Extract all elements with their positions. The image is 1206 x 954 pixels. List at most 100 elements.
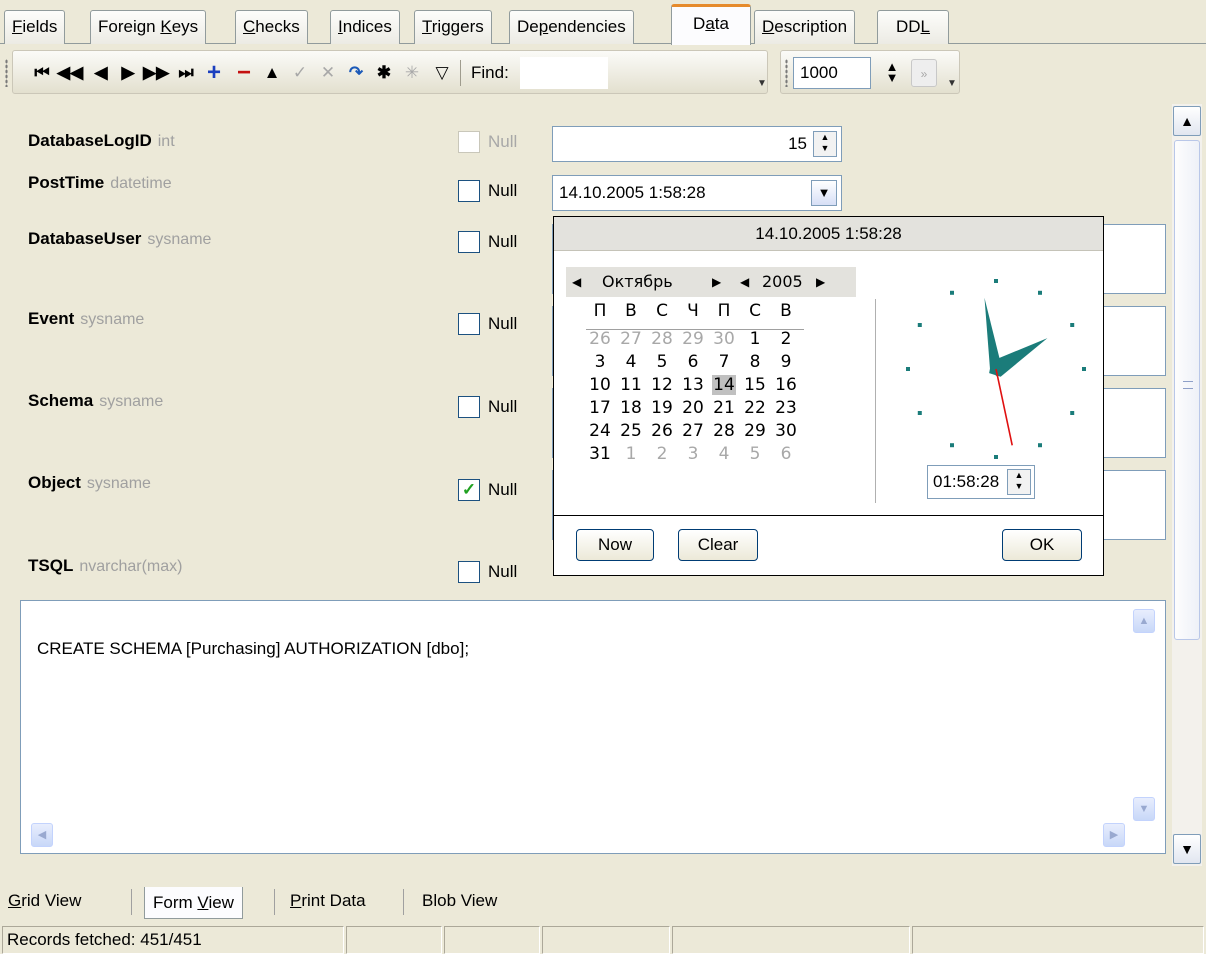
last-record-icon[interactable]: ⏭	[173, 59, 199, 87]
calendar-day[interactable]: 23	[774, 398, 798, 418]
databaselogid-field[interactable]: 15 ▲ ▼	[552, 126, 842, 162]
tab-ddl[interactable]: DDL	[877, 10, 949, 44]
null-checkbox[interactable]	[458, 396, 480, 418]
calendar-day[interactable]: 3	[681, 444, 705, 464]
memo-scroll-right-icon[interactable]: ▶	[1103, 823, 1125, 847]
clear-asterisk-icon[interactable]: ✳	[399, 59, 425, 87]
prev-month-icon[interactable]: ◀	[572, 267, 581, 297]
calendar-day[interactable]: 29	[743, 421, 767, 441]
calendar-day[interactable]: 7	[712, 352, 736, 372]
find-input[interactable]	[520, 57, 608, 89]
asterisk-icon[interactable]: ✱	[371, 59, 397, 87]
calendar-day[interactable]: 22	[743, 398, 767, 418]
toolbar-grip[interactable]	[5, 59, 8, 87]
next-page-icon[interactable]: ▶▶	[143, 59, 169, 87]
tab-description[interactable]: Description	[754, 10, 856, 44]
toolbar-options-chevron-icon[interactable]: ▼	[757, 78, 767, 89]
insert-record-icon[interactable]: +	[201, 59, 227, 87]
calendar-day[interactable]: 18	[619, 398, 643, 418]
toolbar-grip[interactable]	[785, 59, 788, 87]
tab-grid-view[interactable]: Grid View	[8, 885, 81, 917]
calendar-day[interactable]: 8	[743, 352, 767, 372]
next-year-icon[interactable]: ▶	[816, 267, 825, 297]
tsql-memo-field[interactable]: CREATE SCHEMA [Purchasing] AUTHORIZATION…	[20, 600, 1166, 854]
tab-form-view[interactable]: Form View	[144, 887, 243, 919]
calendar-day[interactable]: 2	[774, 329, 798, 349]
post-edit-icon[interactable]: ✓	[287, 59, 313, 87]
posttime-field[interactable]: 14.10.2005 1:58:28 ▼	[552, 175, 842, 211]
cancel-edit-icon[interactable]: ✕	[315, 59, 341, 87]
tab-dependencies[interactable]: Dependencies	[509, 10, 634, 44]
record-limit-input[interactable]: 1000	[793, 57, 871, 89]
spin-icon[interactable]: ▲ ▼	[813, 131, 837, 157]
calendar-day[interactable]: 5	[743, 444, 767, 464]
filter-icon[interactable]: ▽	[429, 59, 455, 87]
tab-foreign-keys[interactable]: Foreign Keys	[90, 10, 207, 44]
calendar-day[interactable]: 3	[588, 352, 612, 372]
calendar-day[interactable]: 20	[681, 398, 705, 418]
scroll-up-icon[interactable]: ▲	[1173, 106, 1201, 136]
calendar-day[interactable]: 19	[650, 398, 674, 418]
scroll-thumb[interactable]	[1174, 140, 1200, 640]
calendar-day[interactable]: 17	[588, 398, 612, 418]
calendar-day-selected[interactable]: 14	[712, 375, 736, 395]
form-vertical-scrollbar[interactable]: ▲ ▼	[1172, 104, 1202, 866]
fetch-next-icon[interactable]: »	[911, 59, 937, 87]
tab-blob-view[interactable]: Blob View	[422, 885, 497, 917]
calendar-day[interactable]: 27	[681, 421, 705, 441]
clear-button[interactable]: Clear	[678, 529, 758, 561]
scroll-down-icon[interactable]: ▼	[1173, 834, 1201, 864]
time-input[interactable]: 01:58:28 ▲ ▼	[927, 465, 1035, 499]
ok-button[interactable]: OK	[1002, 529, 1082, 561]
delete-record-icon[interactable]: −	[231, 59, 257, 87]
calendar-day[interactable]: 29	[681, 329, 705, 349]
calendar-day[interactable]: 24	[588, 421, 612, 441]
tab-data[interactable]: Data	[671, 4, 751, 45]
null-checkbox[interactable]	[458, 131, 480, 153]
null-checkbox[interactable]	[458, 313, 480, 335]
record-limit-spin-icon[interactable]: ▲ ▼	[879, 60, 905, 85]
null-checkbox[interactable]	[458, 180, 480, 202]
calendar-day[interactable]: 1	[619, 444, 643, 464]
prev-record-icon[interactable]: ◀	[88, 59, 114, 87]
calendar-day[interactable]: 10	[588, 375, 612, 395]
year-label[interactable]: 2005	[762, 267, 803, 297]
time-spin-icon[interactable]: ▲ ▼	[1007, 469, 1031, 495]
next-record-icon[interactable]: ▶	[115, 59, 141, 87]
null-checkbox[interactable]	[458, 231, 480, 253]
calendar-day[interactable]: 4	[619, 352, 643, 372]
calendar-day[interactable]: 6	[681, 352, 705, 372]
null-checkbox-checked[interactable]: ✓	[458, 479, 480, 501]
calendar-day[interactable]: 13	[681, 375, 705, 395]
tab-print-data[interactable]: Print Data	[290, 885, 366, 917]
calendar-day[interactable]: 21	[712, 398, 736, 418]
calendar-day[interactable]: 28	[650, 329, 674, 349]
month-label[interactable]: Октябрь	[602, 267, 673, 297]
refresh-icon[interactable]: ↷	[343, 59, 369, 87]
memo-scroll-down-icon[interactable]: ▼	[1133, 797, 1155, 821]
calendar-day[interactable]: 9	[774, 352, 798, 372]
now-button[interactable]: Now	[576, 529, 654, 561]
calendar-day[interactable]: 25	[619, 421, 643, 441]
edit-record-icon[interactable]: ▲	[259, 59, 285, 87]
calendar-day[interactable]: 1	[743, 329, 767, 349]
prev-page-icon[interactable]: ◀◀	[57, 59, 83, 87]
null-checkbox[interactable]	[458, 561, 480, 583]
calendar-day[interactable]: 28	[712, 421, 736, 441]
tab-indices[interactable]: Indices	[330, 10, 400, 44]
calendar-day[interactable]: 31	[588, 444, 612, 464]
next-month-icon[interactable]: ▶	[712, 267, 721, 297]
calendar-day[interactable]: 4	[712, 444, 736, 464]
prev-year-icon[interactable]: ◀	[740, 267, 749, 297]
calendar-day[interactable]: 16	[774, 375, 798, 395]
tab-fields[interactable]: Fields	[4, 10, 66, 44]
tab-checks[interactable]: Checks	[235, 10, 308, 44]
calendar-day[interactable]: 11	[619, 375, 643, 395]
tab-triggers[interactable]: Triggers	[414, 10, 492, 44]
calendar-day[interactable]: 26	[650, 421, 674, 441]
calendar-day[interactable]: 2	[650, 444, 674, 464]
calendar-day[interactable]: 27	[619, 329, 643, 349]
first-record-icon[interactable]: ⏮	[29, 59, 55, 87]
calendar-day[interactable]: 5	[650, 352, 674, 372]
calendar-day[interactable]: 15	[743, 375, 767, 395]
